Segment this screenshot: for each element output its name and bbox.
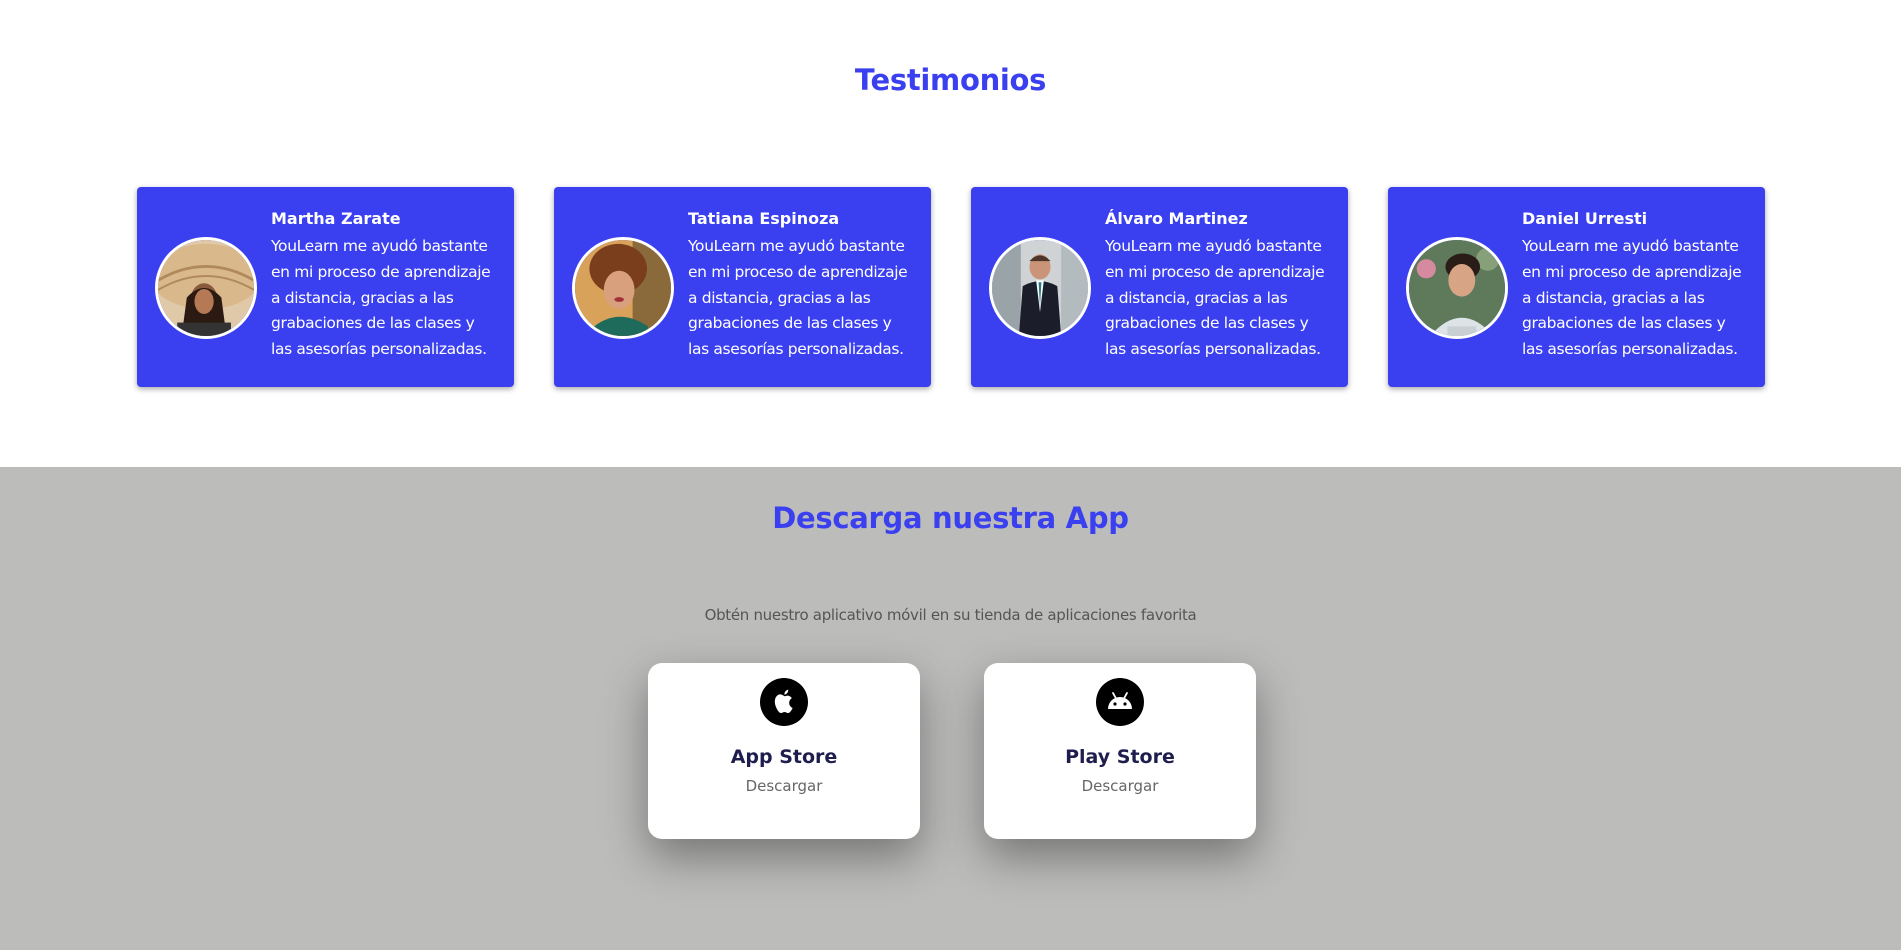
testimonial-card: Álvaro Martinez YouLearn me ayudó bastan… <box>971 187 1348 387</box>
testimonial-content: Álvaro Martinez YouLearn me ayudó bastan… <box>1105 209 1332 363</box>
testimonial-content: Martha Zarate YouLearn me ayudó bastante… <box>271 209 498 363</box>
download-subtitle: Obtén nuestro aplicativo móvil en su tie… <box>704 606 1197 624</box>
testimonial-list: Martha Zarate YouLearn me ayudó bastante… <box>137 187 1765 387</box>
apple-icon <box>760 678 808 726</box>
download-title: Descarga nuestra App <box>772 501 1129 535</box>
download-section: Descarga nuestra App Obtén nuestro aplic… <box>0 467 1901 950</box>
testimonial-name: Tatiana Espinoza <box>688 209 840 228</box>
android-icon <box>1096 678 1144 726</box>
download-link[interactable]: Descargar <box>648 777 920 795</box>
testimonial-text: YouLearn me ayudó bastante en mi proceso… <box>1522 237 1742 359</box>
avatar <box>155 237 257 339</box>
download-link[interactable]: Descargar <box>984 777 1256 795</box>
play-store-button[interactable]: Play Store Descargar <box>984 663 1256 839</box>
testimonial-name: Martha Zarate <box>271 209 401 228</box>
testimonial-content: Tatiana Espinoza YouLearn me ayudó basta… <box>688 209 915 363</box>
testimonial-card: Daniel Urresti YouLearn me ayudó bastant… <box>1388 187 1765 387</box>
avatar <box>1406 237 1508 339</box>
testimonial-text: YouLearn me ayudó bastante en mi proceso… <box>688 237 908 359</box>
store-name: App Store <box>730 746 838 768</box>
testimonial-card: Martha Zarate YouLearn me ayudó bastante… <box>137 187 514 387</box>
avatar <box>989 237 1091 339</box>
store-list: App Store Descargar Play Store Descargar <box>648 663 1256 839</box>
app-store-button[interactable]: App Store Descargar <box>648 663 920 839</box>
testimonial-text: YouLearn me ayudó bastante en mi proceso… <box>1105 237 1325 359</box>
testimonial-text: YouLearn me ayudó bastante en mi proceso… <box>271 237 491 359</box>
testimonial-content: Daniel Urresti YouLearn me ayudó bastant… <box>1522 209 1749 363</box>
testimonial-card: Tatiana Espinoza YouLearn me ayudó basta… <box>554 187 931 387</box>
testimonial-name: Daniel Urresti <box>1522 209 1648 228</box>
testimonial-name: Álvaro Martinez <box>1105 209 1248 228</box>
testimonials-title: Testimonios <box>854 63 1047 97</box>
avatar <box>572 237 674 339</box>
testimonials-section: Testimonios Martha Zarate YouLearn me ay… <box>0 0 1901 467</box>
store-name: Play Store <box>1065 746 1175 768</box>
